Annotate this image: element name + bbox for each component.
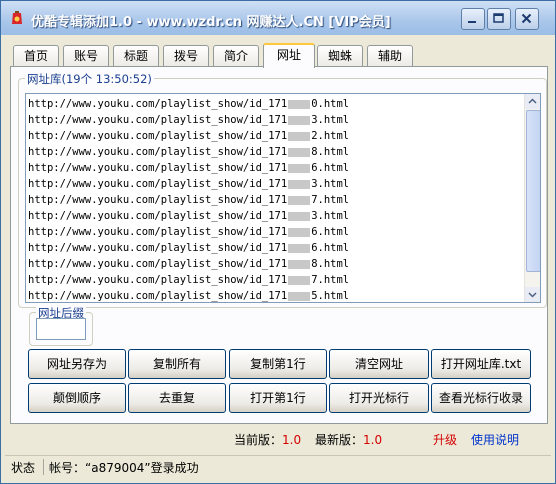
copy-first-line-button[interactable]: 复制第1行 bbox=[229, 349, 327, 379]
title-bar[interactable]: 优酷专辑添加1.0 - www.wzdr.cn 网赚达人.CN [VIP会员] bbox=[1, 1, 555, 35]
latest-version-label: 最新版： bbox=[315, 433, 364, 447]
list-item[interactable]: http://www.youku.com/playlist_show/id_17… bbox=[28, 112, 349, 128]
list-item[interactable]: http://www.youku.com/playlist_show/id_17… bbox=[28, 256, 349, 272]
tab-assist[interactable]: 辅助 bbox=[367, 45, 413, 66]
open-cursor-line-button[interactable]: 打开光标行 bbox=[329, 383, 429, 413]
list-item[interactable]: http://www.youku.com/playlist_show/id_17… bbox=[28, 128, 349, 144]
url-library-title: 网址库(19个 13:50:52) bbox=[25, 71, 154, 87]
help-link[interactable]: 使用说明 bbox=[471, 431, 519, 449]
status-label: 状态 bbox=[11, 461, 36, 475]
list-item[interactable]: http://www.youku.com/playlist_show/id_17… bbox=[28, 192, 349, 208]
current-version-label: 当前版： bbox=[234, 433, 283, 447]
open-url-library-button[interactable]: 打开网址库.txt bbox=[431, 349, 531, 379]
clear-urls-button[interactable]: 清空网址 bbox=[329, 349, 429, 379]
list-item[interactable]: http://www.youku.com/playlist_show/id_17… bbox=[28, 176, 349, 192]
list-item[interactable]: http://www.youku.com/playlist_show/id_17… bbox=[28, 208, 349, 224]
list-item[interactable]: http://www.youku.com/playlist_show/id_17… bbox=[28, 224, 349, 240]
app-logo-icon bbox=[12, 11, 22, 24]
current-version-value: 1.0 bbox=[282, 433, 302, 447]
scroll-up-button[interactable] bbox=[525, 94, 540, 109]
window-title: 优酷专辑添加1.0 - www.wzdr.cn 网赚达人.CN [VIP会员] bbox=[31, 15, 391, 30]
latest-version-value: 1.0 bbox=[363, 433, 383, 447]
status-message: 帐号：“a879004”登录成功 bbox=[49, 461, 199, 475]
version-bar: 当前版： 1.0 最新版： 1.0 升级 使用说明 bbox=[1, 431, 555, 449]
tab-dial[interactable]: 拨号 bbox=[163, 45, 209, 66]
minimize-icon bbox=[468, 21, 476, 23]
close-icon bbox=[521, 13, 532, 24]
save-url-as-button[interactable]: 网址另存为 bbox=[28, 349, 126, 379]
scroll-down-button[interactable] bbox=[525, 287, 540, 302]
scroll-thumb[interactable] bbox=[526, 110, 540, 272]
minimize-button[interactable] bbox=[461, 8, 485, 30]
list-item[interactable]: http://www.youku.com/playlist_show/id_17… bbox=[28, 160, 349, 176]
close-button[interactable] bbox=[515, 8, 539, 30]
list-item[interactable]: http://www.youku.com/playlist_show/id_17… bbox=[28, 272, 349, 288]
tab-url[interactable]: 网址 bbox=[263, 43, 315, 68]
list-item[interactable]: http://www.youku.com/playlist_show/id_17… bbox=[28, 144, 349, 160]
tab-home[interactable]: 首页 bbox=[13, 45, 59, 66]
app-window: 优酷专辑添加1.0 - www.wzdr.cn 网赚达人.CN [VIP会员] … bbox=[0, 0, 556, 484]
chevron-down-icon bbox=[528, 292, 537, 298]
tab-intro[interactable]: 简介 bbox=[213, 45, 259, 66]
open-first-line-button[interactable]: 打开第1行 bbox=[229, 383, 327, 413]
dedupe-button[interactable]: 去重复 bbox=[128, 383, 226, 413]
url-list[interactable]: http://www.youku.com/playlist_show/id_17… bbox=[25, 93, 541, 303]
upgrade-link[interactable]: 升级 bbox=[433, 431, 457, 449]
list-item[interactable]: http://www.youku.com/playlist_show/id_17… bbox=[28, 240, 349, 256]
tab-account[interactable]: 账号 bbox=[63, 45, 109, 66]
maximize-icon bbox=[493, 13, 504, 23]
view-cursor-indexing-button[interactable]: 查看光标行收录 bbox=[431, 383, 531, 413]
chevron-up-icon bbox=[528, 98, 537, 104]
list-item[interactable]: http://www.youku.com/playlist_show/id_17… bbox=[28, 96, 349, 112]
status-bar: 状态 帐号：“a879004”登录成功 bbox=[5, 455, 551, 478]
reverse-order-button[interactable]: 颠倒顺序 bbox=[28, 383, 126, 413]
url-suffix-input[interactable] bbox=[36, 318, 86, 340]
vertical-scrollbar[interactable] bbox=[524, 94, 540, 302]
tab-spider[interactable]: 蜘蛛 bbox=[317, 45, 363, 66]
copy-all-button[interactable]: 复制所有 bbox=[128, 349, 226, 379]
list-item[interactable]: http://www.youku.com/playlist_show/id_17… bbox=[28, 288, 349, 302]
status-divider bbox=[43, 459, 44, 475]
maximize-button[interactable] bbox=[487, 8, 511, 30]
tab-title[interactable]: 标题 bbox=[113, 45, 159, 66]
